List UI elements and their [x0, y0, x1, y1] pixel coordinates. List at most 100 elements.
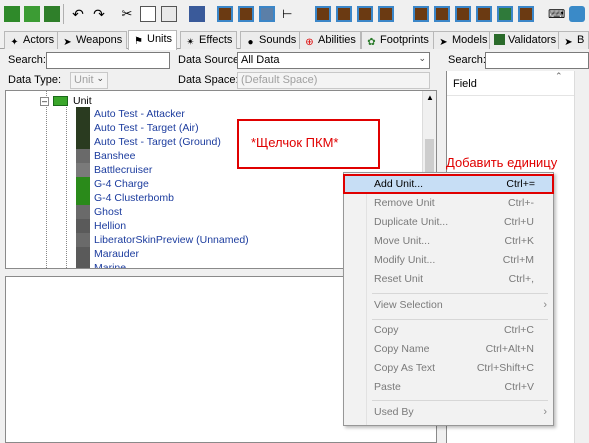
chevron-right-icon: ›	[543, 406, 547, 418]
unit-portrait-icon	[76, 191, 90, 205]
data-type-label: Data Type:	[8, 74, 61, 86]
menu-item-copy[interactable]: Copy Ctrl+C	[344, 321, 553, 340]
unit-portrait-icon	[76, 247, 90, 261]
search-label: Search:	[8, 54, 46, 66]
folder-icon	[53, 96, 68, 106]
tab-units[interactable]: ⚑ Units	[128, 30, 178, 50]
tab-footprints[interactable]: ✿ Footprints	[361, 31, 434, 49]
actors-icon: ✦	[10, 37, 19, 48]
paste-icon[interactable]	[161, 6, 177, 22]
tab-models[interactable]: ➤ Models	[433, 31, 493, 49]
tab-b[interactable]: ➤ B	[558, 31, 589, 49]
abilities-icon: ⊕	[305, 37, 314, 48]
editor-tabs: ✦ Actors ➤ Weapons ⚑ Units ✴ Effects ● Sounds…	[0, 30, 589, 50]
unit-portrait-icon	[76, 233, 90, 247]
triggers-icon[interactable]	[238, 6, 254, 22]
menu-item-move-unit[interactable]: Move Unit... Ctrl+K	[344, 232, 553, 251]
toolbar-separator	[63, 4, 64, 24]
menu-item-view-selection[interactable]: View Selection ›	[344, 296, 553, 315]
right-search-input[interactable]	[485, 52, 589, 69]
toolbar: ↶ ↷ ✂ ⊢ ⌨	[0, 0, 589, 30]
data-type-select[interactable]: Unit ⌄	[70, 72, 108, 89]
menu-separator	[372, 293, 548, 294]
menu-item-add-unit[interactable]: Add Unit... Ctrl+=	[343, 174, 554, 194]
unit-portrait-icon	[76, 219, 90, 233]
menu-item-copy-name[interactable]: Copy Name Ctrl+Alt+N	[344, 340, 553, 359]
text-icon[interactable]	[378, 6, 394, 22]
help-icon[interactable]	[569, 6, 585, 22]
field-column-header[interactable]: Field	[453, 78, 477, 90]
search-input[interactable]	[46, 52, 170, 69]
save-icon[interactable]	[24, 6, 40, 22]
unit-portrait-icon	[76, 163, 90, 177]
import-icon[interactable]	[336, 6, 352, 22]
tool-icon[interactable]	[189, 6, 205, 22]
tree-guide-line	[66, 101, 67, 268]
collapse-icon[interactable]: –	[40, 97, 49, 106]
effects-icon: ✴	[186, 37, 195, 48]
data-space-label: Data Space:	[178, 74, 239, 86]
sounds-icon: ●	[247, 37, 254, 48]
menu-separator	[372, 400, 548, 401]
unit-icon[interactable]: ⊢	[282, 6, 298, 22]
data-source-label: Data Source:	[178, 54, 243, 66]
menu-item-duplicate-unit[interactable]: Duplicate Unit... Ctrl+U	[344, 213, 553, 232]
tab-validators[interactable]: Validators	[489, 31, 562, 49]
tab-abilities[interactable]: ⊕ Abilities	[299, 31, 361, 49]
save-all-icon[interactable]	[44, 6, 60, 22]
data-space-field[interactable]: (Default Space)	[237, 72, 430, 89]
menu-item-paste[interactable]: Paste Ctrl+V	[344, 378, 553, 397]
unit-portrait-icon	[76, 177, 90, 191]
footprints-icon: ✿	[367, 37, 376, 48]
menu-item-copy-as-text[interactable]: Copy As Text Ctrl+Shift+C	[344, 359, 553, 378]
redo-icon[interactable]: ↷	[91, 6, 107, 22]
annotation-note: *Щелчок ПКМ*	[251, 135, 339, 150]
menu-item-reset-unit[interactable]: Reset Unit Ctrl+,	[344, 270, 553, 289]
cut-icon[interactable]: ✂	[119, 6, 135, 22]
unit-portrait-icon	[76, 121, 90, 135]
module4-icon[interactable]	[497, 6, 513, 22]
terrain-icon[interactable]	[217, 6, 233, 22]
test-icon[interactable]: ⌨	[548, 6, 565, 22]
tab-weapons[interactable]: ➤ Weapons	[57, 31, 128, 49]
data-icon[interactable]	[259, 6, 275, 22]
field-scrollbar[interactable]	[574, 71, 589, 443]
units-icon: ⚑	[134, 36, 143, 47]
data-source-select[interactable]: All Data ⌄	[237, 52, 430, 69]
previewer-icon[interactable]	[413, 6, 429, 22]
tab-sounds[interactable]: ● Sounds	[240, 31, 302, 49]
module5-icon[interactable]	[518, 6, 534, 22]
b-icon: ➤	[564, 37, 573, 48]
chevron-down-icon: ⌄	[96, 73, 104, 83]
annotation-box: *Щелчок ПКМ*	[237, 119, 380, 169]
menu-item-remove-unit[interactable]: Remove Unit Ctrl+-	[344, 194, 553, 213]
models-icon: ➤	[439, 37, 448, 48]
tab-effects[interactable]: ✴ Effects	[180, 31, 238, 49]
right-search-label: Search:	[448, 54, 486, 66]
module2-icon[interactable]	[455, 6, 471, 22]
unit-portrait-icon	[76, 261, 90, 268]
tab-actors[interactable]: ✦ Actors	[4, 31, 60, 49]
unit-portrait-icon	[76, 135, 90, 149]
annotation-label: Добавить единицу	[446, 155, 558, 170]
tree-guide-line	[46, 91, 47, 268]
weapons-icon: ➤	[63, 37, 72, 48]
unit-portrait-icon	[76, 205, 90, 219]
cinematics-icon[interactable]	[315, 6, 331, 22]
cutscene-icon[interactable]	[357, 6, 373, 22]
copy-icon[interactable]	[140, 6, 156, 22]
unit-portrait-icon	[76, 107, 90, 121]
sort-chevron-icon: ⌃	[555, 71, 563, 81]
chevron-down-icon: ⌄	[418, 53, 426, 63]
context-menu: Add Unit... Ctrl+= Remove Unit Ctrl+- Dupl…	[343, 172, 554, 426]
menu-item-used-by[interactable]: Used By ›	[344, 403, 553, 422]
module3-icon[interactable]	[476, 6, 492, 22]
undo-icon[interactable]: ↶	[70, 6, 86, 22]
open-icon[interactable]	[4, 6, 20, 22]
validators-icon	[494, 34, 505, 45]
menu-separator	[372, 319, 548, 320]
header-divider	[447, 95, 589, 96]
menu-item-modify-unit[interactable]: Modify Unit... Ctrl+M	[344, 251, 553, 270]
module-icon[interactable]	[434, 6, 450, 22]
scroll-up-icon[interactable]: ▲	[426, 93, 434, 102]
